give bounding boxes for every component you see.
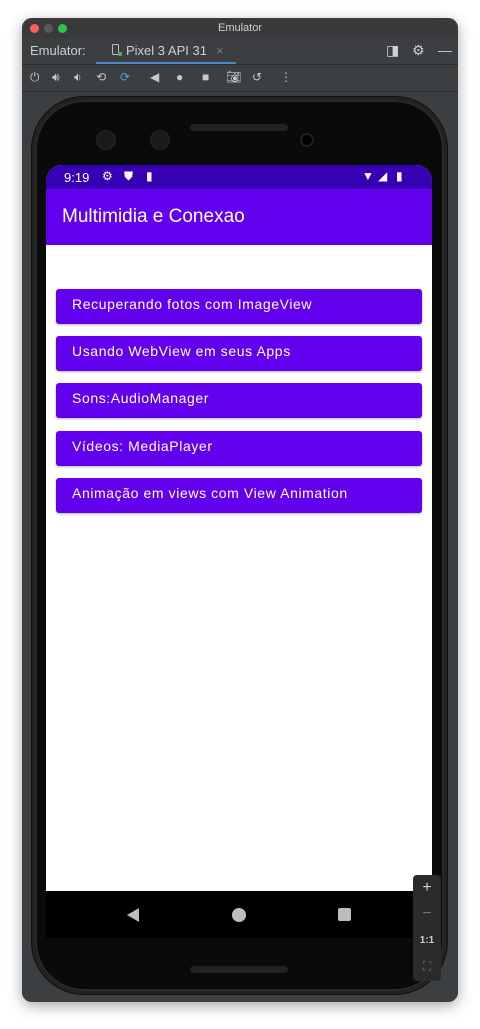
minimize-window-button[interactable] — [44, 24, 53, 33]
top-speaker — [190, 124, 288, 131]
battery-icon: ▮ — [396, 169, 403, 183]
overview-icon[interactable]: ■ — [202, 70, 209, 84]
navigation-bar — [46, 891, 432, 938]
power-icon[interactable]: ⏻ — [30, 70, 40, 85]
hide-icon[interactable]: — — [438, 42, 452, 58]
nav-back-icon[interactable] — [127, 908, 139, 922]
close-window-button[interactable] — [30, 24, 39, 33]
tab-pixel-3-api-31[interactable]: Pixel 3 API 31 × — [96, 38, 236, 64]
home-icon[interactable]: ● — [176, 70, 183, 84]
window-title: Emulator — [217, 22, 263, 34]
status-bar: 9:19 ⚙ ⛊ ▮ ▼ ◢ ▮ — [46, 165, 432, 189]
shield-status-icon: ⛊ — [124, 169, 134, 183]
status-time: 9:19 — [64, 170, 90, 185]
tab-bar: Emulator: Pixel 3 API 31 × ◨ ⚙ — — [22, 38, 458, 65]
app-content: Recuperando fotos com ImageView Usando W… — [46, 245, 432, 891]
app-bar: Multimidia e Conexao — [46, 189, 432, 245]
audiomanager-button[interactable]: Sons:AudioManager — [56, 383, 422, 418]
zoom-1-1-button[interactable]: 1:1 — [413, 935, 441, 946]
front-camera-icon — [150, 130, 170, 150]
emulator-toolbar: ⏻ 🔊︎ 🔉︎ ⟲ ⟳ ◀ ● ■ 📷︎ ↺ ⋮ — [22, 65, 458, 92]
back-icon[interactable]: ◀ — [150, 70, 159, 84]
zoom-in-button[interactable]: + — [413, 879, 441, 897]
imageview-button[interactable]: Recuperando fotos com ImageView — [56, 289, 422, 324]
more-icon[interactable]: ⋮ — [280, 70, 292, 84]
fit-screen-icon[interactable]: ⛶ — [413, 959, 441, 974]
device-tab-label: Pixel 3 API 31 — [126, 43, 207, 58]
nav-recents-icon[interactable] — [338, 908, 351, 921]
sd-card-status-icon: ▮ — [146, 169, 153, 183]
history-icon[interactable]: ↺ — [252, 70, 262, 84]
settings-status-icon: ⚙ — [102, 169, 113, 183]
device-icon — [112, 44, 122, 56]
webview-button[interactable]: Usando WebView em seus Apps — [56, 336, 422, 371]
volume-up-icon[interactable]: 🔊︎ — [52, 70, 60, 85]
wifi-icon: ▼ — [362, 169, 374, 183]
view-animation-button[interactable]: Animação em views com View Animation — [56, 478, 422, 513]
app-title: Multimidia e Conexao — [62, 206, 245, 227]
emulator-label: Emulator: — [30, 43, 86, 58]
gear-icon[interactable]: ⚙ — [412, 42, 425, 59]
tab-close-icon[interactable]: × — [216, 43, 224, 58]
zoom-controls: + − 1:1 ⛶ — [413, 875, 441, 981]
nav-home-icon[interactable] — [232, 908, 246, 922]
rotate-left-icon[interactable]: ⟲ — [96, 70, 106, 84]
signal-icon: ◢ — [378, 169, 388, 183]
front-camera-icon — [96, 130, 116, 150]
mediaplayer-button[interactable]: Vídeos: MediaPlayer — [56, 431, 422, 466]
title-bar: Emulator — [22, 18, 458, 38]
rotate-right-icon[interactable]: ⟳ — [120, 70, 130, 84]
sensor-icon — [300, 133, 314, 147]
maximize-window-button[interactable] — [58, 24, 67, 33]
window-mode-icon[interactable]: ◨ — [386, 42, 399, 59]
camera-icon[interactable]: 📷︎ — [226, 70, 241, 84]
zoom-out-button[interactable]: − — [413, 905, 441, 923]
volume-down-icon[interactable]: 🔉︎ — [74, 70, 82, 85]
phone-screen: 9:19 ⚙ ⛊ ▮ ▼ ◢ ▮ Multimidia e Conexao Re… — [46, 165, 432, 938]
bottom-speaker — [190, 966, 288, 973]
